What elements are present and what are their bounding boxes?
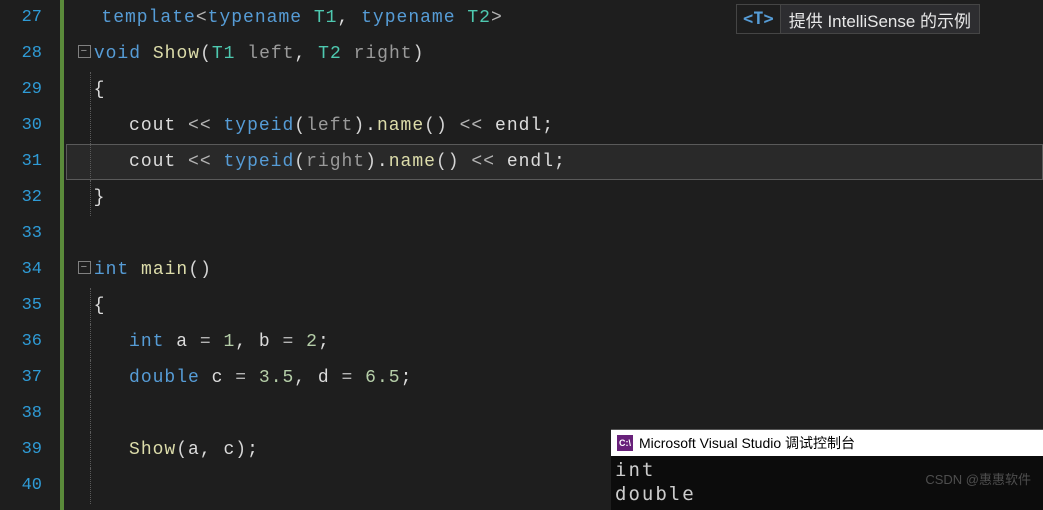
tooltip-text: 提供 IntelliSense 的示例 [781, 7, 979, 32]
line-number: 37 [10, 360, 42, 396]
code-line[interactable]: −void Show(T1 left, T2 right) [66, 36, 1043, 72]
line-number: 29 [10, 72, 42, 108]
line-number-gutter: 2728293031323334353637383940 [0, 0, 60, 510]
line-number: 32 [10, 180, 42, 216]
line-number: 30 [10, 108, 42, 144]
code-line[interactable]: int a = 1, b = 2; [66, 324, 1043, 360]
console-titlebar[interactable]: C:\ Microsoft Visual Studio 调试控制台 [611, 430, 1043, 456]
intellisense-tooltip: <T> 提供 IntelliSense 的示例 [736, 4, 980, 34]
line-number: 31 [10, 144, 42, 180]
code-line[interactable]: } [66, 180, 1043, 216]
line-number: 39 [10, 432, 42, 468]
fold-minus-icon[interactable]: − [78, 45, 91, 58]
code-line[interactable]: { [66, 72, 1043, 108]
code-line[interactable]: −int main() [66, 252, 1043, 288]
vs-logo-icon: C:\ [617, 435, 633, 451]
line-number: 40 [10, 468, 42, 504]
template-type-icon: <T> [737, 5, 781, 33]
code-line[interactable]: { [66, 288, 1043, 324]
line-number: 38 [10, 396, 42, 432]
line-number: 33 [10, 216, 42, 252]
fold-minus-icon[interactable]: − [78, 261, 91, 274]
watermark: CSDN @惠惠软件 [925, 469, 1031, 488]
line-number: 27 [10, 0, 42, 36]
line-number: 36 [10, 324, 42, 360]
line-number: 35 [10, 288, 42, 324]
console-title-text: Microsoft Visual Studio 调试控制台 [639, 433, 855, 453]
line-number: 34 [10, 252, 42, 288]
code-line[interactable]: double c = 3.5, d = 6.5; [66, 360, 1043, 396]
code-line-current[interactable]: cout << typeid(right).name() << endl; [66, 144, 1043, 180]
code-line[interactable] [66, 216, 1043, 252]
code-line[interactable] [66, 396, 1043, 432]
line-number: 28 [10, 36, 42, 72]
code-line[interactable]: cout << typeid(left).name() << endl; [66, 108, 1043, 144]
